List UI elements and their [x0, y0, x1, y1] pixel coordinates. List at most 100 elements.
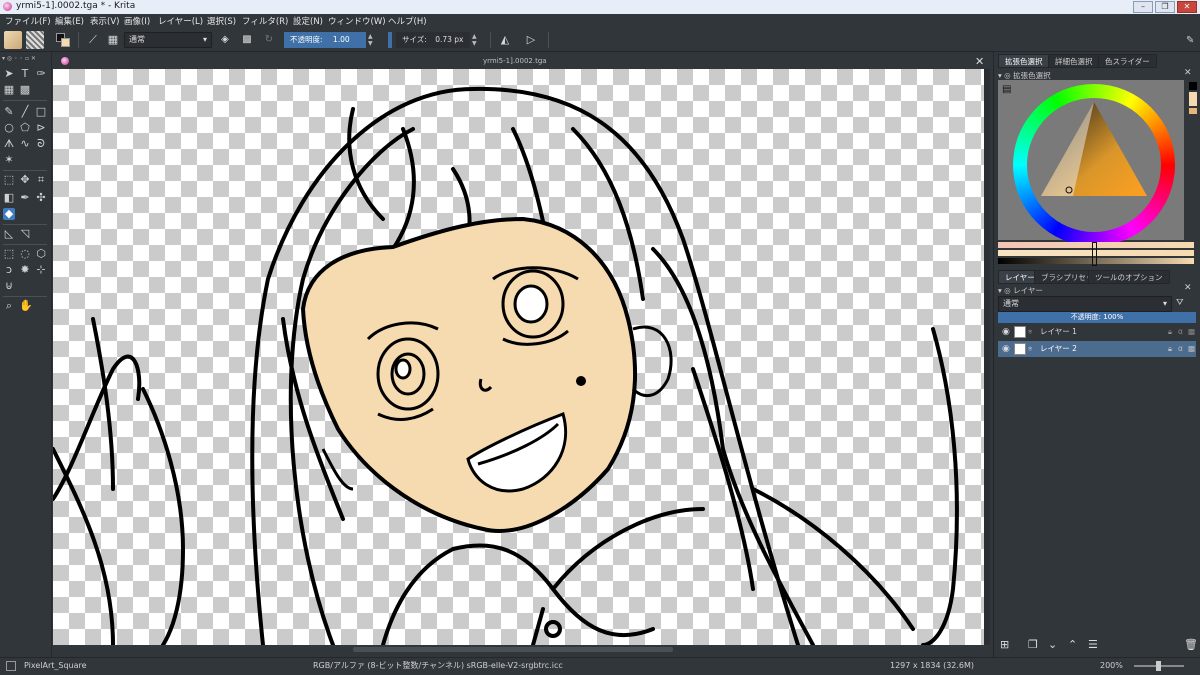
fg-swatch[interactable]	[1189, 82, 1197, 90]
transform-tool-icon[interactable]: ⬚	[3, 174, 15, 186]
menu-layer[interactable]: レイヤー(L)	[158, 15, 203, 27]
menu-file[interactable]: ファイル(F)	[5, 15, 51, 27]
mirror-vertical-icon[interactable]: ▷	[522, 31, 540, 49]
alpha-lock-icon[interactable]: α	[1178, 341, 1183, 357]
close-color-panel-icon[interactable]: ✕	[1184, 68, 1192, 78]
bg-swatch[interactable]	[1189, 92, 1197, 106]
zoom-handle[interactable]	[1156, 661, 1161, 671]
pattern-tool-icon[interactable]: ▩	[19, 84, 31, 96]
fill-tool-icon[interactable]: ◆	[3, 208, 15, 220]
tab-tool-options[interactable]: ツールのオプション	[1088, 270, 1170, 284]
pattern-preset-icon[interactable]	[26, 31, 44, 49]
document-title[interactable]: yrmi5-1].0002.tga	[483, 57, 547, 65]
vertical-scrollbar[interactable]	[984, 69, 990, 645]
menu-help[interactable]: ヘルプ(H)	[388, 15, 427, 27]
close-document-icon[interactable]: ✕	[975, 55, 984, 68]
zoom-slider[interactable]	[1134, 661, 1184, 671]
blend-mode-select[interactable]: 通常 ▾	[124, 32, 212, 48]
opacity-slider[interactable]: 不透明度: 1.00	[284, 32, 366, 48]
tab-color-sliders[interactable]: 色スライダー	[1098, 54, 1157, 68]
slider-handle[interactable]	[1092, 242, 1097, 266]
filter-icon[interactable]: ⛛	[1176, 298, 1184, 308]
ellipse-select-icon[interactable]: ◌	[19, 248, 31, 260]
gradient-tool-icon[interactable]: ▦	[3, 84, 15, 96]
layer-name[interactable]: レイヤー 1	[1040, 324, 1077, 340]
horizontal-scrollbar[interactable]	[53, 645, 984, 655]
alpha-lock-icon[interactable]: α	[1178, 324, 1183, 340]
color-selector[interactable]: ▤	[998, 80, 1184, 246]
select-shapes-icon[interactable]: ➤	[3, 68, 15, 80]
drawing-canvas[interactable]	[53, 69, 984, 645]
polyline-tool-icon[interactable]: ⊳	[35, 122, 47, 134]
eye-icon[interactable]: ◉	[1002, 341, 1010, 357]
rectangle-tool-icon[interactable]: □	[35, 106, 47, 118]
menu-view[interactable]: 表示(V)	[90, 15, 119, 27]
horizontal-scroll-thumb[interactable]	[353, 647, 673, 652]
measure-tool-icon[interactable]: ◺	[3, 228, 15, 240]
polygon-tool-icon[interactable]: ⬠	[19, 122, 31, 134]
restore-button[interactable]: ❐	[1155, 1, 1175, 13]
move-tool-icon[interactable]: ✥	[19, 174, 31, 186]
brush-presets-icon[interactable]: ▦	[104, 31, 122, 49]
zoom-tool-icon[interactable]: ⌕	[3, 300, 15, 312]
menu-select[interactable]: 選択(S)	[207, 15, 236, 27]
dynamic-brush-icon[interactable]: ᘐ	[35, 138, 47, 150]
freehand-path-icon[interactable]: ∿	[19, 138, 31, 150]
size-slider[interactable]: サイズ: 0.73 px	[396, 32, 470, 48]
layer-properties-icon[interactable]: ☰	[1088, 638, 1098, 651]
tab-advanced-color[interactable]: 拡張色選択	[998, 54, 1050, 68]
layer-blend-mode-select[interactable]: 通常 ▾	[998, 296, 1172, 312]
add-layer-icon[interactable]: ⊞	[1000, 638, 1009, 651]
menu-edit[interactable]: 編集(E)	[55, 15, 84, 27]
menu-settings[interactable]: 設定(N)	[293, 15, 323, 27]
size-spin-icon[interactable]: ▲ ▼	[472, 33, 480, 47]
text-tool-icon[interactable]: T	[19, 68, 31, 80]
close-window-button[interactable]: ✕	[1177, 1, 1197, 13]
lock-icon[interactable]: 🔒︎	[1168, 324, 1172, 340]
fg-bg-color-icon[interactable]	[54, 31, 72, 49]
hue-ring[interactable]	[1013, 84, 1175, 246]
pin-icon[interactable]: ✎	[1186, 35, 1194, 46]
gradient-preset-icon[interactable]	[4, 31, 22, 49]
mirror-horizontal-icon[interactable]: ◭	[496, 31, 514, 49]
reload-preset-icon[interactable]: ↻	[260, 31, 278, 49]
recent-swatch[interactable]	[1189, 108, 1197, 114]
brush-preset-icon[interactable]	[6, 661, 16, 671]
rect-select-icon[interactable]: ⬚	[3, 248, 15, 260]
delete-layer-icon[interactable]: 🗑︎	[1184, 638, 1198, 651]
menu-filter[interactable]: フィルタ(R)	[242, 15, 288, 27]
color-picker-icon[interactable]: ✒	[19, 192, 31, 204]
similar-select-icon[interactable]: ⊹	[35, 264, 47, 276]
polygon-select-icon[interactable]: ⬡	[35, 248, 47, 260]
eraser-mode-icon[interactable]: ◈	[216, 31, 234, 49]
layer-name[interactable]: レイヤー 2	[1040, 341, 1077, 357]
gradient-fill-icon[interactable]: ◧	[3, 192, 15, 204]
duplicate-layer-icon[interactable]: ❐	[1028, 638, 1038, 651]
multibrush-icon[interactable]: ✶	[3, 154, 15, 166]
inherit-alpha-icon[interactable]: ▩	[1188, 324, 1195, 340]
tab-specific-color[interactable]: 詳細色選択	[1048, 54, 1100, 68]
colorize-mask-icon[interactable]: ✣	[35, 192, 47, 204]
minimize-button[interactable]: –	[1133, 1, 1153, 13]
layer-row[interactable]: ◉ ⍟ レイヤー 1 🔒︎ α ▩	[998, 324, 1196, 340]
line-tool-icon[interactable]: ╱	[19, 106, 31, 118]
eye-icon[interactable]: ◉	[1002, 324, 1010, 340]
pan-tool-icon[interactable]: ✋	[19, 300, 33, 312]
layer-opacity-slider[interactable]: 不透明度: 100%	[998, 312, 1196, 323]
saturation-triangle[interactable]	[1013, 84, 1175, 246]
lock-icon[interactable]: 🔒︎	[1168, 341, 1172, 357]
bezier-tool-icon[interactable]: ᗑ	[3, 138, 15, 150]
freehand-select-icon[interactable]: ↄ	[3, 264, 15, 276]
bezier-select-icon[interactable]: ⊍	[3, 280, 15, 292]
menu-image[interactable]: 画像(I)	[124, 15, 150, 27]
inherit-alpha-icon[interactable]: ▩	[1188, 341, 1195, 357]
freehand-brush-icon[interactable]: ✎	[3, 106, 15, 118]
move-down-icon[interactable]: ⌄	[1048, 638, 1057, 651]
crop-tool-icon[interactable]: ⌗	[35, 174, 47, 186]
brush-editor-icon[interactable]: ⟋	[84, 31, 102, 49]
assistant-tool-icon[interactable]: ◹	[19, 228, 31, 240]
menu-window[interactable]: ウィンドウ(W)	[328, 15, 386, 27]
preserve-alpha-icon[interactable]: ▩	[238, 31, 256, 49]
ellipse-tool-icon[interactable]: ○	[3, 122, 15, 134]
opacity-spin-icon[interactable]: ▲ ▼	[368, 33, 376, 47]
